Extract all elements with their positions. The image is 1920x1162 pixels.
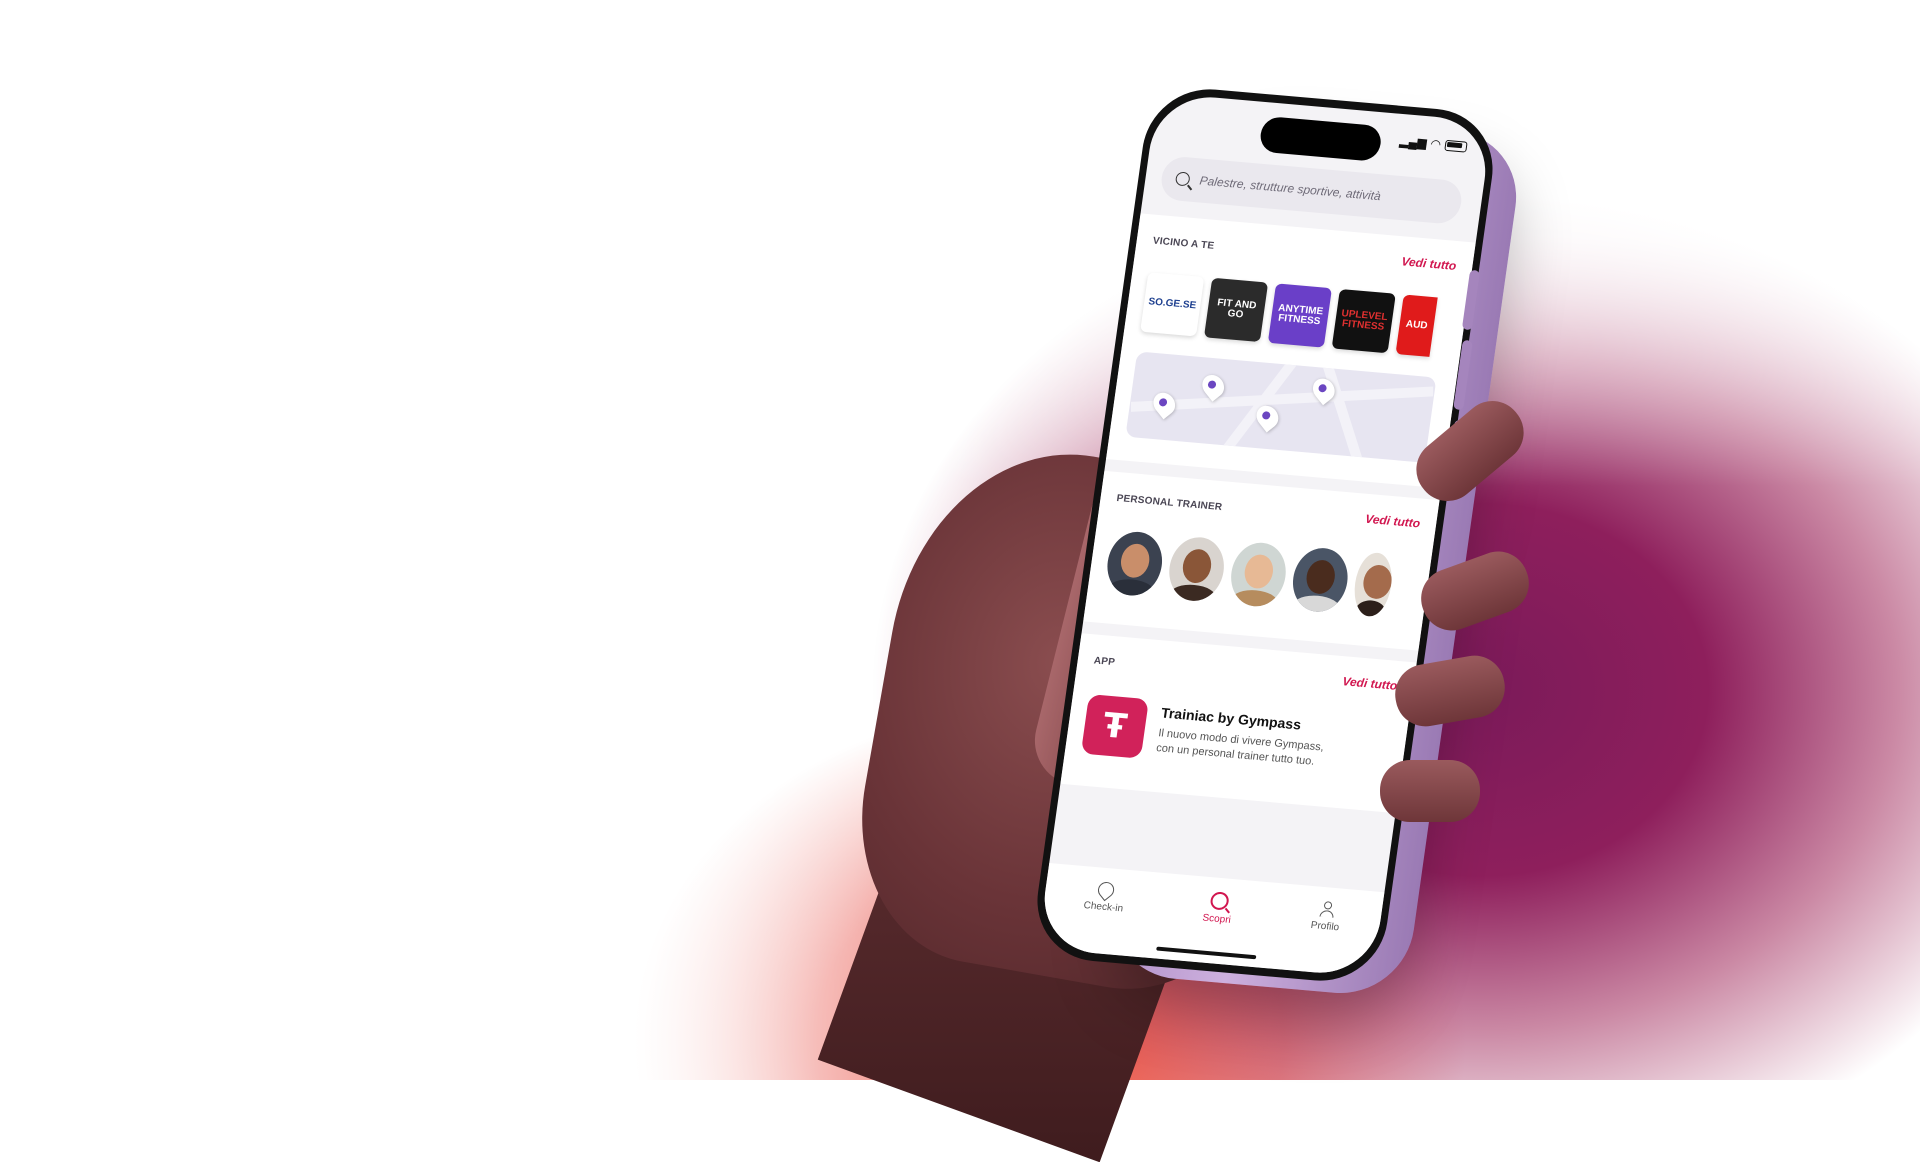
map-road [1213, 360, 1297, 463]
hand-finger [1380, 760, 1480, 822]
section-title-app: APP [1093, 655, 1116, 669]
see-all-nearby-link[interactable]: Vedi tutto [1401, 254, 1458, 273]
gym-logo-audace[interactable]: AUD [1395, 294, 1438, 357]
trainer-avatar[interactable] [1350, 551, 1396, 618]
map-pin-icon[interactable] [1148, 388, 1180, 420]
dynamic-island [1258, 115, 1384, 162]
gym-logo-anytime[interactable]: ANYTIME FITNESS [1267, 283, 1332, 348]
gym-logo-list: SO.GE.SE FIT AND GO ANYTIME FITNESS UPLE… [1140, 272, 1438, 357]
pin-icon [1094, 878, 1118, 902]
wifi-icon: ◠ [1429, 136, 1443, 152]
trainer-list [1103, 529, 1396, 618]
gym-logo-fitandgo[interactable]: FIT AND GO [1203, 277, 1269, 343]
trainer-avatar[interactable] [1103, 529, 1167, 598]
trainiac-app-icon: Ŧ [1080, 694, 1150, 759]
search-input[interactable]: Palestre, strutture sportive, attività [1199, 174, 1382, 204]
gym-logo-uplevel[interactable]: UPLEVEL FITNESS [1331, 288, 1396, 354]
gym-logo-sogese[interactable]: SO.GE.SE [1140, 272, 1205, 337]
nearby-map[interactable] [1125, 351, 1437, 463]
user-icon [1318, 901, 1336, 918]
trainer-avatar[interactable] [1288, 545, 1352, 614]
trainer-avatar[interactable] [1165, 535, 1228, 604]
section-nearby: VICINO A TE Vedi tutto SO.GE.SE FIT AND … [1106, 213, 1476, 489]
search-bar[interactable]: Palestre, strutture sportive, attività [1158, 155, 1465, 226]
section-app: APP Vedi tutto Ŧ Trainiac by Gympass Il … [1060, 633, 1417, 814]
map-road [1130, 386, 1434, 412]
signal-icon: ▂▄▆ [1398, 133, 1428, 151]
battery-icon [1444, 139, 1468, 153]
status-bar: ▂▄▆ ◠ [1399, 134, 1468, 154]
search-icon [1174, 171, 1191, 187]
section-trainers: PERSONAL TRAINER Vedi tutto [1083, 470, 1440, 651]
section-title-trainers: PERSONAL TRAINER [1115, 493, 1223, 514]
tab-check-in[interactable]: Check-in [1077, 878, 1126, 955]
section-title-nearby: VICINO A TE [1152, 235, 1215, 252]
map-road [1322, 361, 1368, 463]
see-all-app-link[interactable]: Vedi tutto [1342, 674, 1399, 693]
see-all-trainers-link[interactable]: Vedi tutto [1364, 512, 1421, 531]
trainer-avatar[interactable] [1227, 540, 1290, 609]
search-icon [1208, 891, 1230, 911]
tab-profilo[interactable]: Profilo [1304, 900, 1342, 974]
app-card-trainiac[interactable]: Ŧ Trainiac by Gympass Il nuovo modo di v… [1080, 694, 1343, 776]
